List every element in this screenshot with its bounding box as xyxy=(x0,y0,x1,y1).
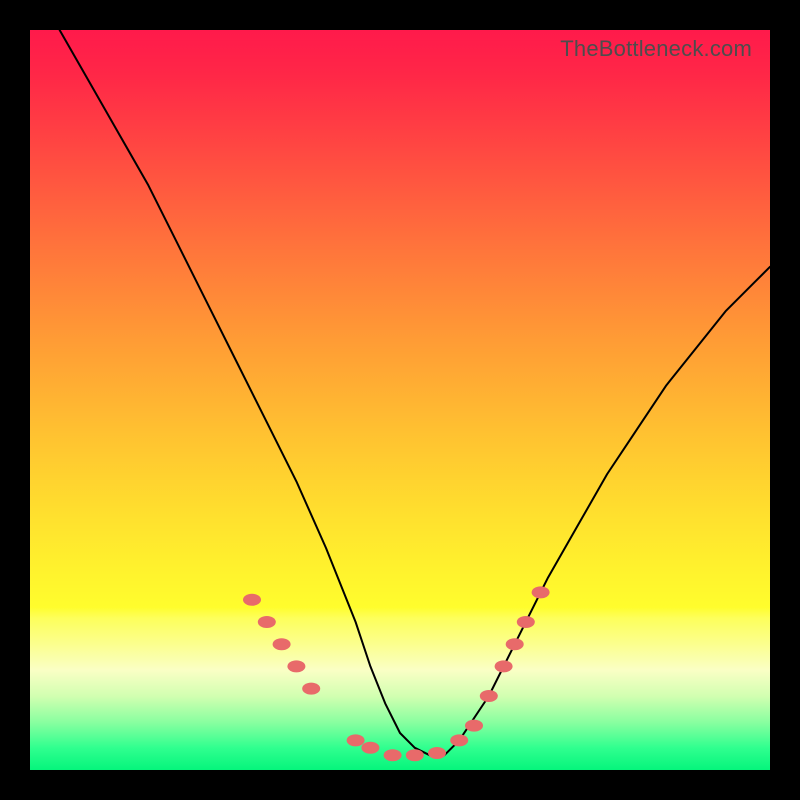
highlight-dot xyxy=(287,660,305,672)
highlight-dot xyxy=(532,586,550,598)
curve-layer xyxy=(30,30,770,770)
highlight-dot xyxy=(480,690,498,702)
highlight-dot xyxy=(506,638,524,650)
highlight-dot xyxy=(384,749,402,761)
highlight-dot xyxy=(361,742,379,754)
highlight-dot xyxy=(517,616,535,628)
highlight-dot xyxy=(450,734,468,746)
highlight-dot xyxy=(465,720,483,732)
highlight-dot xyxy=(258,616,276,628)
highlight-dot xyxy=(495,660,513,672)
chart-frame: TheBottleneck.com xyxy=(30,30,770,770)
highlight-dot xyxy=(406,749,424,761)
highlight-dot xyxy=(428,747,446,759)
highlight-dot xyxy=(302,683,320,695)
highlight-dot xyxy=(347,734,365,746)
highlight-dot xyxy=(243,594,261,606)
bottleneck-curve xyxy=(60,30,770,755)
highlight-dot xyxy=(273,638,291,650)
